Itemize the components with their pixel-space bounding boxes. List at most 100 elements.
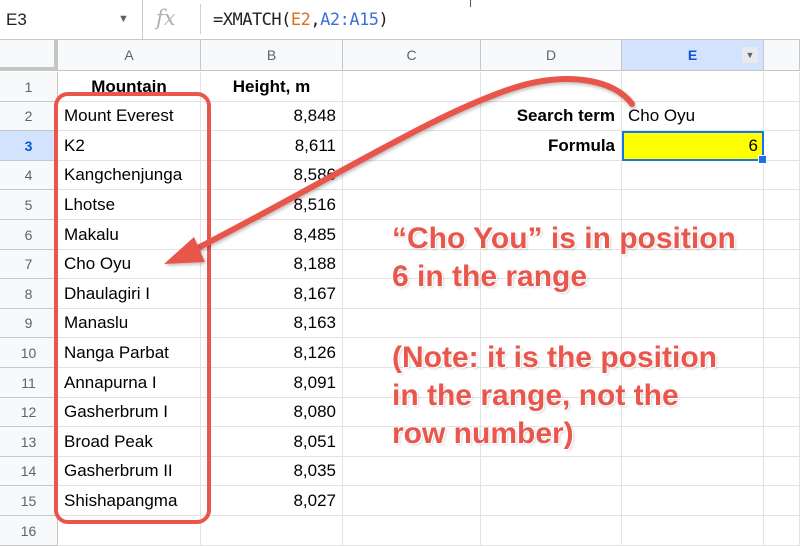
cell-text: 8,051 — [293, 431, 336, 451]
annotation-line-3: (Note: it is the position — [392, 341, 717, 374]
cell[interactable] — [343, 190, 481, 220]
cell[interactable] — [764, 368, 800, 398]
row-header-3[interactable]: 3 — [0, 131, 58, 161]
row-header-5[interactable]: 5 — [0, 190, 58, 220]
annotation-line-4: in the range, not the — [392, 379, 679, 412]
cell[interactable] — [343, 102, 481, 131]
search-term-label[interactable]: Search term — [481, 102, 622, 131]
mountain-height-cell[interactable]: 8,516 — [201, 190, 343, 220]
cell[interactable] — [764, 161, 800, 190]
cell[interactable] — [764, 309, 800, 338]
mountain-height-cell[interactable]: 8,163 — [201, 309, 343, 338]
dropdown-arrow-icon[interactable]: ▼ — [742, 47, 758, 63]
mountain-height-cell[interactable]: 8,080 — [201, 398, 343, 427]
mountain-height-cell[interactable]: 8,611 — [201, 131, 343, 161]
cell[interactable] — [343, 486, 481, 516]
cell[interactable] — [622, 161, 764, 190]
fill-handle[interactable] — [758, 155, 767, 164]
search-term-value[interactable]: Cho Oyu — [622, 102, 764, 131]
cell-text: Search term — [516, 106, 615, 125]
column-header-c[interactable]: C — [343, 40, 481, 71]
cell[interactable] — [764, 486, 800, 516]
cell-text: 8,586 — [293, 165, 336, 184]
cell[interactable] — [622, 427, 764, 457]
cell[interactable] — [343, 131, 481, 161]
cell[interactable] — [481, 309, 622, 338]
mountain-height-cell[interactable]: 8,167 — [201, 279, 343, 309]
cell[interactable] — [764, 279, 800, 309]
selected-cell-e3[interactable]: 6 — [622, 131, 764, 161]
cell[interactable] — [481, 457, 622, 486]
cell-text: 8,080 — [293, 402, 336, 421]
column-header-d[interactable]: D — [481, 40, 622, 71]
mountain-height-cell[interactable]: 8,051 — [201, 427, 343, 457]
cell-text: Cho Oyu — [628, 106, 696, 125]
mountain-height-cell[interactable]: 8,027 — [201, 486, 343, 516]
row-header-2[interactable]: 2 — [0, 102, 58, 131]
row-header-4[interactable]: 4 — [0, 161, 58, 190]
cell[interactable] — [622, 457, 764, 486]
cell[interactable] — [481, 72, 622, 102]
cell[interactable] — [622, 486, 764, 516]
cell[interactable] — [481, 161, 622, 190]
formula-input[interactable]: =XMATCH(E2,A2:A15) — [213, 10, 389, 30]
row-header-10[interactable]: 10 — [0, 338, 58, 368]
formula-result: 6 — [748, 136, 758, 155]
cell[interactable] — [343, 161, 481, 190]
row-header-15[interactable]: 15 — [0, 486, 58, 516]
row-header-1[interactable]: 1 — [0, 72, 58, 102]
row-header-13[interactable]: 13 — [0, 427, 58, 457]
mountain-height-cell[interactable]: 8,848 — [201, 102, 343, 131]
cell[interactable] — [622, 279, 764, 309]
cell[interactable] — [622, 72, 764, 102]
header-height[interactable]: Height, m — [201, 72, 343, 102]
cell[interactable] — [764, 102, 800, 131]
cell-text: Formula — [547, 135, 615, 155]
select-all-corner[interactable] — [0, 40, 58, 71]
cell[interactable] — [764, 72, 800, 102]
column-header-f[interactable] — [764, 40, 800, 71]
row-header-9[interactable]: 9 — [0, 309, 58, 338]
row-header-12[interactable]: 12 — [0, 398, 58, 427]
cell[interactable] — [764, 190, 800, 220]
cell[interactable] — [343, 309, 481, 338]
row-header-8[interactable]: 8 — [0, 279, 58, 309]
row-header-6[interactable]: 6 — [0, 220, 58, 250]
cell[interactable] — [764, 398, 800, 427]
cell-text: 8,188 — [293, 254, 336, 273]
cell[interactable] — [343, 457, 481, 486]
chevron-down-icon[interactable]: ▼ — [118, 13, 129, 25]
mountain-height-cell[interactable]: 8,091 — [201, 368, 343, 398]
row-header-14[interactable]: 14 — [0, 457, 58, 486]
cell[interactable] — [622, 190, 764, 220]
cell[interactable] — [481, 486, 622, 516]
column-header-b[interactable]: B — [201, 40, 343, 71]
formula-bar: E3 ▼ fx =XMATCH(E2,A2:A15) — [0, 0, 800, 40]
column-header-e[interactable]: E ▼ — [622, 40, 764, 71]
column-header-a[interactable]: A — [58, 40, 201, 71]
formula-prefix: =XMATCH( — [213, 10, 291, 30]
row-header-11[interactable]: 11 — [0, 368, 58, 398]
cell[interactable] — [764, 338, 800, 368]
cell[interactable] — [343, 72, 481, 102]
cell-text: 8,035 — [293, 461, 336, 480]
formula-label[interactable]: Formula — [481, 131, 622, 161]
row-header-7[interactable]: 7 — [0, 250, 58, 279]
cell[interactable] — [764, 131, 800, 161]
cell[interactable] — [764, 250, 800, 279]
mountain-height-cell[interactable]: 8,188 — [201, 250, 343, 279]
cell[interactable] — [764, 427, 800, 457]
name-box[interactable]: E3 ▼ — [0, 0, 143, 39]
cell[interactable] — [764, 457, 800, 486]
cell[interactable] — [622, 309, 764, 338]
formula-comma: , — [310, 10, 321, 30]
mountain-height-cell[interactable]: 8,126 — [201, 338, 343, 368]
mountain-height-cell[interactable]: 8,035 — [201, 457, 343, 486]
cell[interactable] — [764, 220, 800, 250]
cell[interactable] — [481, 190, 622, 220]
cell-text: 8,516 — [293, 194, 336, 214]
annotation-line-2: 6 in the range — [392, 260, 588, 293]
cell-text: 8,027 — [293, 490, 336, 510]
mountain-height-cell[interactable]: 8,586 — [201, 161, 343, 190]
mountain-height-cell[interactable]: 8,485 — [201, 220, 343, 250]
